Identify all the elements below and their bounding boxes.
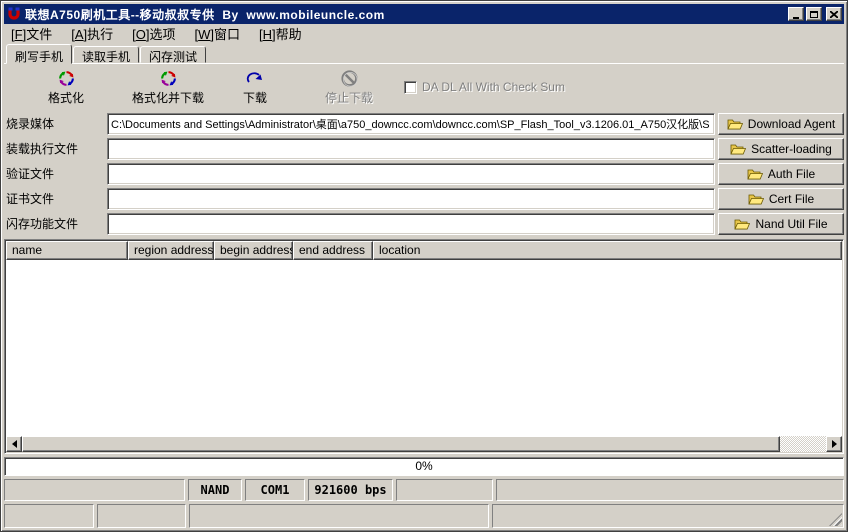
table-header: name region address begin address end ad…	[6, 241, 842, 260]
resize-grip[interactable]	[829, 513, 842, 526]
minimize-button[interactable]	[788, 7, 804, 21]
da-dl-checksum-label: DA DL All With Check Sum	[422, 80, 565, 94]
scroll-right-button[interactable]	[826, 436, 842, 452]
minimize-icon	[793, 16, 799, 19]
close-icon	[830, 10, 838, 18]
scatter-file-input[interactable]	[107, 137, 715, 160]
scrollbar-track[interactable]	[780, 436, 826, 452]
arrow-right-icon	[831, 440, 841, 448]
maximize-button[interactable]	[806, 7, 822, 21]
toolbar: 格式化 格式化并下载 下载 停止下载 DA DL All With Check …	[4, 64, 844, 112]
checkbox-icon	[404, 80, 417, 94]
format-button-label: 格式化	[47, 91, 84, 105]
status-cell-empty-2	[396, 479, 493, 501]
status-cell-empty-7	[492, 504, 844, 528]
cert-file-input[interactable]	[107, 187, 715, 210]
burn-media-label: 烧录媒体	[6, 117, 55, 131]
status-cell-empty-3	[496, 479, 844, 501]
table-body[interactable]	[6, 260, 842, 436]
h-scrollbar	[6, 436, 842, 452]
scrollbar-thumb[interactable]	[22, 436, 780, 452]
auth-file-button-label: Auth File	[767, 166, 816, 181]
folder-icon	[748, 194, 764, 204]
tab-page-flash: 格式化 格式化并下载 下载 停止下载 DA DL All With Check …	[4, 63, 844, 528]
progress-label: 0%	[415, 459, 433, 473]
status-cell-com-port: COM1	[245, 479, 305, 501]
maximize-icon	[810, 10, 818, 18]
folder-icon	[734, 219, 751, 229]
stop-download-icon	[340, 68, 359, 88]
form-row-nand-util-file: 闪存功能文件 Nand Util File	[4, 212, 844, 235]
status-cell-empty-4	[4, 504, 94, 528]
nand-util-file-button-label: Nand Util File	[755, 216, 828, 231]
da-dl-checksum-checkbox[interactable]: DA DL All With Check Sum	[404, 80, 565, 94]
menu-bar: [F]文件 [A]执行 [O]选项 [W]窗口 [H]帮助	[4, 24, 844, 43]
auth-file-button[interactable]: Auth File	[718, 162, 844, 185]
status-cell-empty-5	[97, 504, 186, 528]
scatter-file-label: 装载执行文件	[6, 142, 79, 156]
file-selection-form: 烧录媒体 Download Agent 装载执行文件	[4, 112, 844, 237]
form-row-burn-media: 烧录媒体 Download Agent	[4, 112, 844, 135]
scatter-loading-button[interactable]: Scatter-loading	[718, 137, 844, 160]
window-title: 联想A750刷机工具--移动叔叔专供 By www.mobileuncle.co…	[25, 7, 385, 22]
download-button-label: 下载	[242, 91, 267, 105]
cert-file-button-label: Cert File	[768, 191, 815, 206]
status-bar-top: NAND COM1 921600 bps	[4, 479, 844, 501]
scroll-left-button[interactable]	[6, 436, 22, 452]
close-button[interactable]	[826, 7, 842, 21]
nand-util-file-label: 闪存功能文件	[6, 217, 79, 231]
title-bar: 联想A750刷机工具--移动叔叔专供 By www.mobileuncle.co…	[4, 4, 844, 24]
format-button[interactable]: 格式化	[26, 67, 106, 109]
progress-bar: 0%	[4, 457, 844, 476]
app-window: 联想A750刷机工具--移动叔叔专供 By www.mobileuncle.co…	[0, 0, 848, 532]
arrow-left-icon	[8, 440, 17, 448]
nand-util-file-button[interactable]: Nand Util File	[718, 212, 844, 235]
auth-file-input[interactable]	[107, 162, 715, 185]
tab-strip: 刷写手机 读取手机 闪存测试	[4, 43, 844, 64]
status-cell-baud-rate: 921600 bps	[308, 479, 393, 501]
status-cell-empty-1	[4, 479, 185, 501]
app-icon	[6, 6, 22, 22]
format-and-download-button[interactable]: 格式化并下载	[118, 67, 218, 109]
nand-util-file-input[interactable]	[107, 212, 715, 235]
download-agent-button[interactable]: Download Agent	[718, 112, 844, 135]
format-download-icon	[160, 68, 177, 88]
menu-file[interactable]: [F]文件	[11, 24, 52, 43]
form-row-scatter-file: 装载执行文件 Scatter-loading	[4, 137, 844, 160]
format-icon	[58, 68, 75, 88]
scatter-loading-button-label: Scatter-loading	[751, 141, 832, 156]
stop-download-button-label: 停止下载	[324, 91, 373, 105]
cert-file-button[interactable]: Cert File	[718, 187, 844, 210]
download-icon	[246, 68, 264, 88]
download-button[interactable]: 下载	[222, 67, 288, 109]
status-cell-empty-6	[189, 504, 489, 528]
folder-icon	[747, 169, 763, 179]
tab-flash-phone[interactable]: 刷写手机	[6, 44, 73, 64]
stop-download-button[interactable]: 停止下载	[304, 67, 394, 109]
menu-execute[interactable]: [A]执行	[71, 24, 113, 43]
download-agent-button-label: Download Agent	[747, 116, 836, 131]
partition-table: name region address begin address end ad…	[4, 239, 844, 454]
tab-memory-test[interactable]: 闪存测试	[140, 46, 207, 64]
column-header-begin-address[interactable]: begin address	[214, 241, 293, 260]
menu-window[interactable]: [W]窗口	[195, 24, 241, 43]
status-cell-flash-type: NAND	[188, 479, 242, 501]
form-row-auth-file: 验证文件 Auth File	[4, 162, 844, 185]
form-row-cert-file: 证书文件 Cert File	[4, 187, 844, 210]
column-header-location[interactable]: location	[373, 241, 842, 260]
format-and-download-button-label: 格式化并下载	[131, 91, 204, 105]
cert-file-label: 证书文件	[6, 192, 55, 206]
tab-read-phone[interactable]: 读取手机	[73, 46, 140, 64]
menu-options[interactable]: [O]选项	[132, 24, 175, 43]
column-header-end-address[interactable]: end address	[293, 241, 373, 260]
column-header-region-address[interactable]: region address	[128, 241, 214, 260]
column-header-name[interactable]: name	[6, 241, 128, 260]
status-bar-bottom	[4, 504, 844, 528]
burn-media-input[interactable]	[107, 112, 715, 135]
folder-icon	[727, 119, 743, 129]
folder-icon	[730, 144, 747, 154]
menu-help[interactable]: [H]帮助	[259, 24, 302, 43]
auth-file-label: 验证文件	[6, 167, 55, 181]
